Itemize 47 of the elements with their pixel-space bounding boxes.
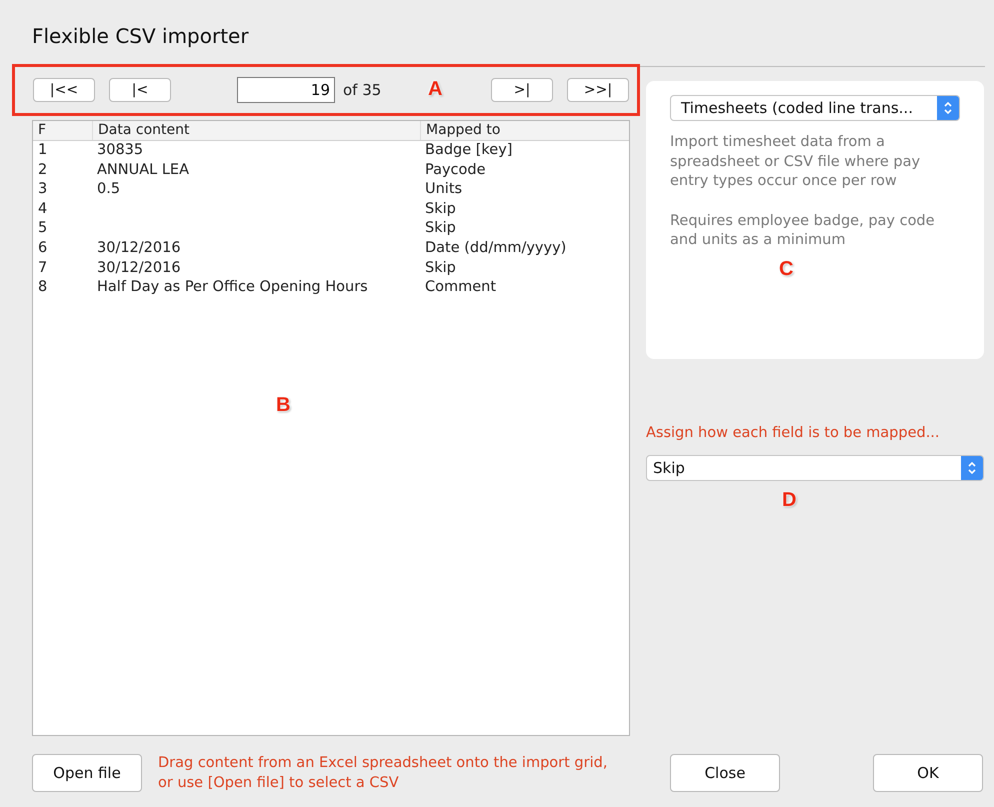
table-cell-text: Half Day as Per Office Opening Hours — [96, 278, 369, 298]
mapping-label: Assign how each field is to be mapped... — [646, 425, 941, 441]
table-cell-text: Skip — [424, 258, 457, 278]
table-cell-text: Date (dd/mm/yyyy) — [424, 238, 568, 258]
table-cell-text: ANNUAL LEA — [96, 160, 190, 180]
table-cell-text: 30/12/2016 — [96, 258, 182, 278]
table-cell-text: Skip — [424, 219, 457, 238]
callout-label: D — [782, 489, 796, 512]
table-cell-text: Skip — [424, 200, 457, 219]
dropdown-arrows-icon — [937, 96, 959, 120]
table-cell-text: 7 — [37, 258, 48, 278]
table-cell-text: Comment — [424, 278, 498, 298]
ok-button[interactable]: OK — [873, 754, 983, 792]
hint-text: Drag content from an Excel spreadsheet onto the import grid, or use [Open file] to select a CSV — [158, 754, 608, 793]
last-page-button[interactable]: >>| — [567, 78, 629, 102]
table-cell-text: Paycode — [424, 160, 487, 180]
page-field[interactable]: 19 — [237, 77, 335, 103]
callout-label: A — [428, 78, 442, 101]
column-header: F — [37, 121, 48, 140]
description-text: Import timesheet data from a spreadsheet or CSV file where pay entry types occur once per row — [670, 133, 922, 191]
table-cell-text: 1 — [37, 141, 48, 160]
column-header: Data content — [92, 121, 420, 140]
page-total: of 35 — [343, 81, 382, 99]
first-page-button[interactable]: |<< — [33, 78, 95, 102]
table-cell-text: 5 — [37, 219, 48, 238]
table-cell-text: 30835 — [96, 141, 144, 160]
window-title: Flexible CSV importer — [31, 23, 250, 46]
table-cell-text: 8 — [37, 278, 48, 298]
description-text: Requires employee badge, pay code and units as a minimum — [670, 212, 936, 250]
import-type-dropdown[interactable]: Timesheets (coded line trans... — [670, 95, 960, 121]
table-cell-text: 4 — [37, 200, 48, 219]
table-cell-text: 3 — [37, 180, 48, 200]
mapping-dropdown[interactable]: Skip — [646, 455, 984, 481]
callout-label: B — [276, 394, 290, 417]
table-cell-text: 6 — [37, 238, 48, 258]
callout-label: C — [779, 258, 794, 281]
table-cell-text: 30/12/2016 — [96, 238, 182, 258]
next-page-button[interactable]: >| — [491, 78, 553, 102]
table-cell-text: Units — [424, 180, 464, 200]
table-cell-text: Badge [key] — [424, 141, 514, 160]
table-cell-text: 0.5 — [96, 180, 122, 200]
previous-page-button[interactable]: |< — [109, 78, 171, 102]
dropdown-arrows-icon — [961, 456, 983, 480]
close-button[interactable]: Close — [670, 754, 780, 792]
column-header: Mapped to — [420, 121, 629, 140]
open-file-button[interactable]: Open file — [32, 754, 142, 792]
table-cell-text: 2 — [37, 160, 48, 180]
